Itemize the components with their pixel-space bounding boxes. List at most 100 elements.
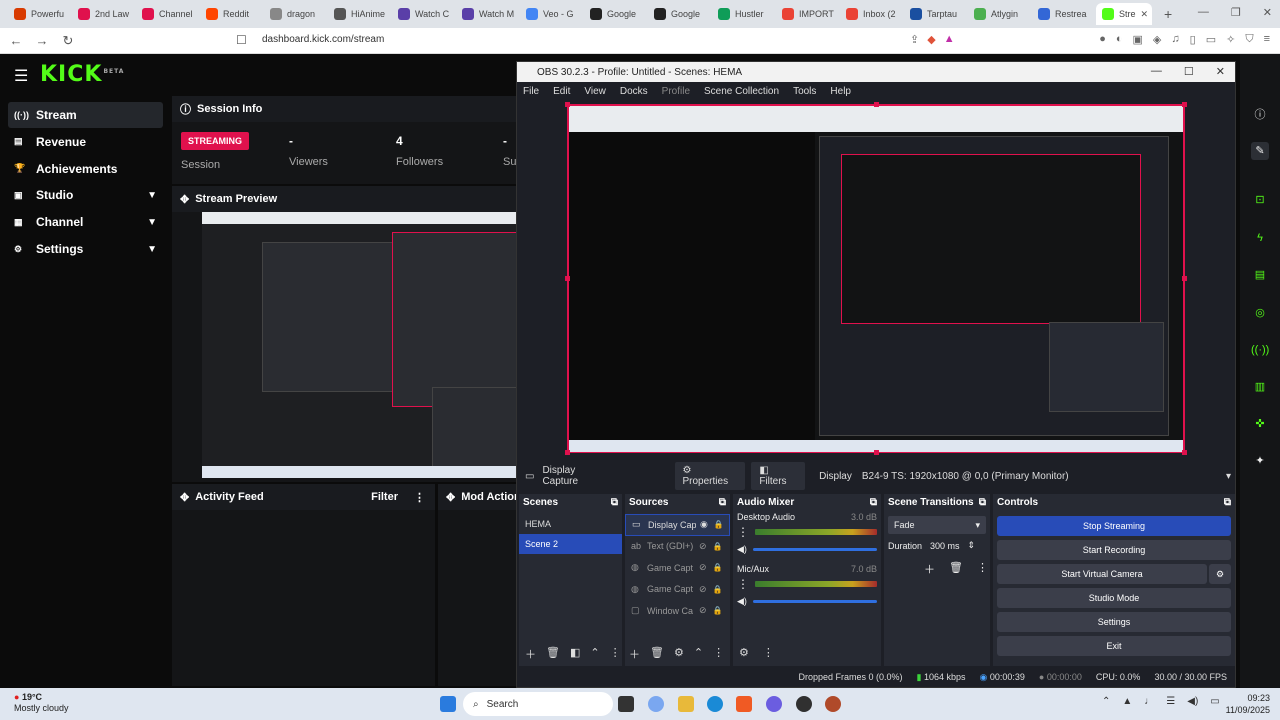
undock-icon[interactable]: ⧉: [719, 497, 726, 508]
edit-icon[interactable]: ✎: [1251, 142, 1269, 160]
browser-tab[interactable]: Restrea: [1032, 3, 1094, 25]
hamburger-menu-icon[interactable]: ☰: [14, 66, 28, 86]
browser-tab[interactable]: Atlygin: [968, 3, 1030, 25]
sidebar-item-achievements[interactable]: 🏆 Achievements: [8, 156, 163, 182]
browser-tab[interactable]: Watch M: [456, 3, 518, 25]
browser-tab[interactable]: HiAnime: [328, 3, 390, 25]
layout-icon[interactable]: ▥: [1251, 378, 1269, 396]
start-virtual-camera-button[interactable]: Start Virtual Camera: [997, 564, 1207, 584]
kick-logo[interactable]: KICKBETA: [40, 62, 124, 87]
sidebar-item-studio[interactable]: ▣ Studio ▼: [8, 182, 163, 208]
extension-icon[interactable]: ◈: [1153, 33, 1161, 46]
extension-icon[interactable]: ▣: [1133, 33, 1143, 46]
browser-tab[interactable]: Veo - G: [520, 3, 582, 25]
speaker-icon[interactable]: ◀): [737, 544, 747, 555]
stepper-icon[interactable]: ⇕: [968, 540, 976, 551]
new-tab-icon[interactable]: +: [1164, 6, 1172, 22]
sidebar-item-channel[interactable]: ▦ Channel ▼: [8, 209, 163, 235]
expand-icon[interactable]: ✥: [180, 491, 189, 504]
eye-hidden-icon[interactable]: ⊘: [699, 541, 707, 552]
undock-icon[interactable]: ⧉: [611, 497, 618, 508]
browser-tab[interactable]: Google: [584, 3, 646, 25]
file-explorer-icon[interactable]: [678, 696, 694, 712]
lock-icon[interactable]: 🔒: [713, 585, 723, 594]
network-icon[interactable]: ▲: [1122, 696, 1132, 707]
browser-tab[interactable]: 2nd Law: [72, 3, 134, 25]
eye-hidden-icon[interactable]: ⊘: [699, 605, 707, 616]
more-icon[interactable]: ⋮: [737, 525, 749, 539]
source-item[interactable]: ▢ Window Ca ⊘ 🔒: [625, 600, 730, 622]
close-icon[interactable]: ✕: [1216, 65, 1225, 78]
scene-item[interactable]: HEMA: [519, 514, 622, 534]
brave-icon[interactable]: [736, 696, 752, 712]
lock-icon[interactable]: 🔒: [713, 563, 723, 572]
back-icon[interactable]: ←: [6, 33, 26, 48]
browser-tab[interactable]: Stre ✕: [1096, 3, 1152, 25]
undock-icon[interactable]: ⧉: [1224, 497, 1231, 508]
expand-icon[interactable]: ✥: [180, 193, 189, 206]
display-select[interactable]: B24-9 TS: 1920x1080 @ 0,0 (Primary Monit…: [862, 471, 1235, 482]
undock-icon[interactable]: ⧉: [979, 497, 986, 508]
chevron-down-icon[interactable]: ▼: [147, 217, 157, 228]
filter-button[interactable]: Filter: [371, 491, 398, 504]
menu-help[interactable]: Help: [830, 86, 851, 97]
obs-preview-canvas[interactable]: [565, 102, 1187, 455]
source-item[interactable]: ab Text (GDI+) ⊘ 🔒: [625, 536, 730, 558]
browser-tab[interactable]: Hustler: [712, 3, 774, 25]
more-icon[interactable]: ⋮: [414, 491, 425, 504]
edge-icon[interactable]: [707, 696, 723, 712]
browser-tab[interactable]: Inbox (2: [840, 3, 902, 25]
browser-tab[interactable]: Watch C: [392, 3, 454, 25]
more-icon[interactable]: ⋮: [763, 646, 774, 659]
speaker-icon[interactable]: ◀): [737, 596, 747, 607]
more-icon[interactable]: ⋮: [977, 561, 988, 577]
menu-icon[interactable]: ≡: [1264, 33, 1270, 46]
lightning-icon[interactable]: ϟ: [1251, 229, 1269, 247]
trash-icon[interactable]: 🗑: [546, 646, 560, 662]
obs-icon[interactable]: [796, 696, 812, 712]
browser-tab[interactable]: dragon: [264, 3, 326, 25]
document-icon[interactable]: ▤: [1251, 266, 1269, 284]
filter-icon[interactable]: ◧: [570, 646, 580, 662]
source-item[interactable]: ▭ Display Cap ◉ 🔒: [625, 514, 730, 536]
virtual-camera-settings-icon[interactable]: ⚙: [1209, 564, 1231, 584]
menu-scene-collection[interactable]: Scene Collection: [704, 86, 779, 97]
chevron-up-icon[interactable]: ⌃: [1102, 696, 1110, 707]
resize-handle[interactable]: [874, 102, 879, 107]
start-icon[interactable]: [440, 696, 456, 712]
lock-icon[interactable]: 🔒: [713, 542, 723, 551]
playlist-icon[interactable]: ♫: [1171, 33, 1179, 46]
sidebar-item-settings[interactable]: ⚙ Settings ▼: [8, 236, 163, 262]
undock-icon[interactable]: ⧉: [870, 497, 877, 508]
volume-slider[interactable]: [752, 548, 877, 551]
menu-edit[interactable]: Edit: [553, 86, 570, 97]
more-icon[interactable]: ⋮: [610, 646, 621, 662]
camera-icon[interactable]: ⊡: [1251, 191, 1269, 209]
resize-handle[interactable]: [1182, 102, 1187, 107]
gear-icon[interactable]: ⚙: [674, 646, 684, 662]
chevron-up-icon[interactable]: ⌃: [590, 646, 599, 662]
volume-icon[interactable]: ◀): [1187, 696, 1198, 707]
add-icon[interactable]: ＋: [525, 646, 536, 662]
battery-icon[interactable]: ▭: [1210, 696, 1219, 707]
app-icon[interactable]: [825, 696, 841, 712]
eye-hidden-icon[interactable]: ⊘: [699, 584, 707, 595]
lock-icon[interactable]: 🔒: [713, 606, 723, 615]
forward-icon[interactable]: →: [32, 33, 52, 48]
info-icon[interactable]: ⓘ: [1251, 106, 1269, 124]
eye-icon[interactable]: ◉: [700, 519, 708, 530]
add-icon[interactable]: ＋: [629, 646, 640, 662]
sidebar-icon[interactable]: ▯: [1190, 33, 1196, 46]
resize-handle[interactable]: [1182, 450, 1187, 455]
trash-icon[interactable]: 🗑: [650, 646, 664, 662]
properties-button[interactable]: ⚙ Properties: [674, 462, 746, 490]
extension-icon[interactable]: ◐: [1116, 33, 1123, 46]
browser-tab[interactable]: Powerfu: [8, 3, 70, 25]
source-item[interactable]: ◍ Game Capt ⊘ 🔒: [625, 579, 730, 601]
exit-button[interactable]: Exit: [997, 636, 1231, 656]
minimize-icon[interactable]: —: [1151, 65, 1162, 78]
share-icon[interactable]: ⇪: [910, 33, 919, 46]
browser-tab[interactable]: Tarptau: [904, 3, 966, 25]
wallet-icon[interactable]: ▭: [1206, 33, 1216, 46]
menu-view[interactable]: View: [584, 86, 606, 97]
